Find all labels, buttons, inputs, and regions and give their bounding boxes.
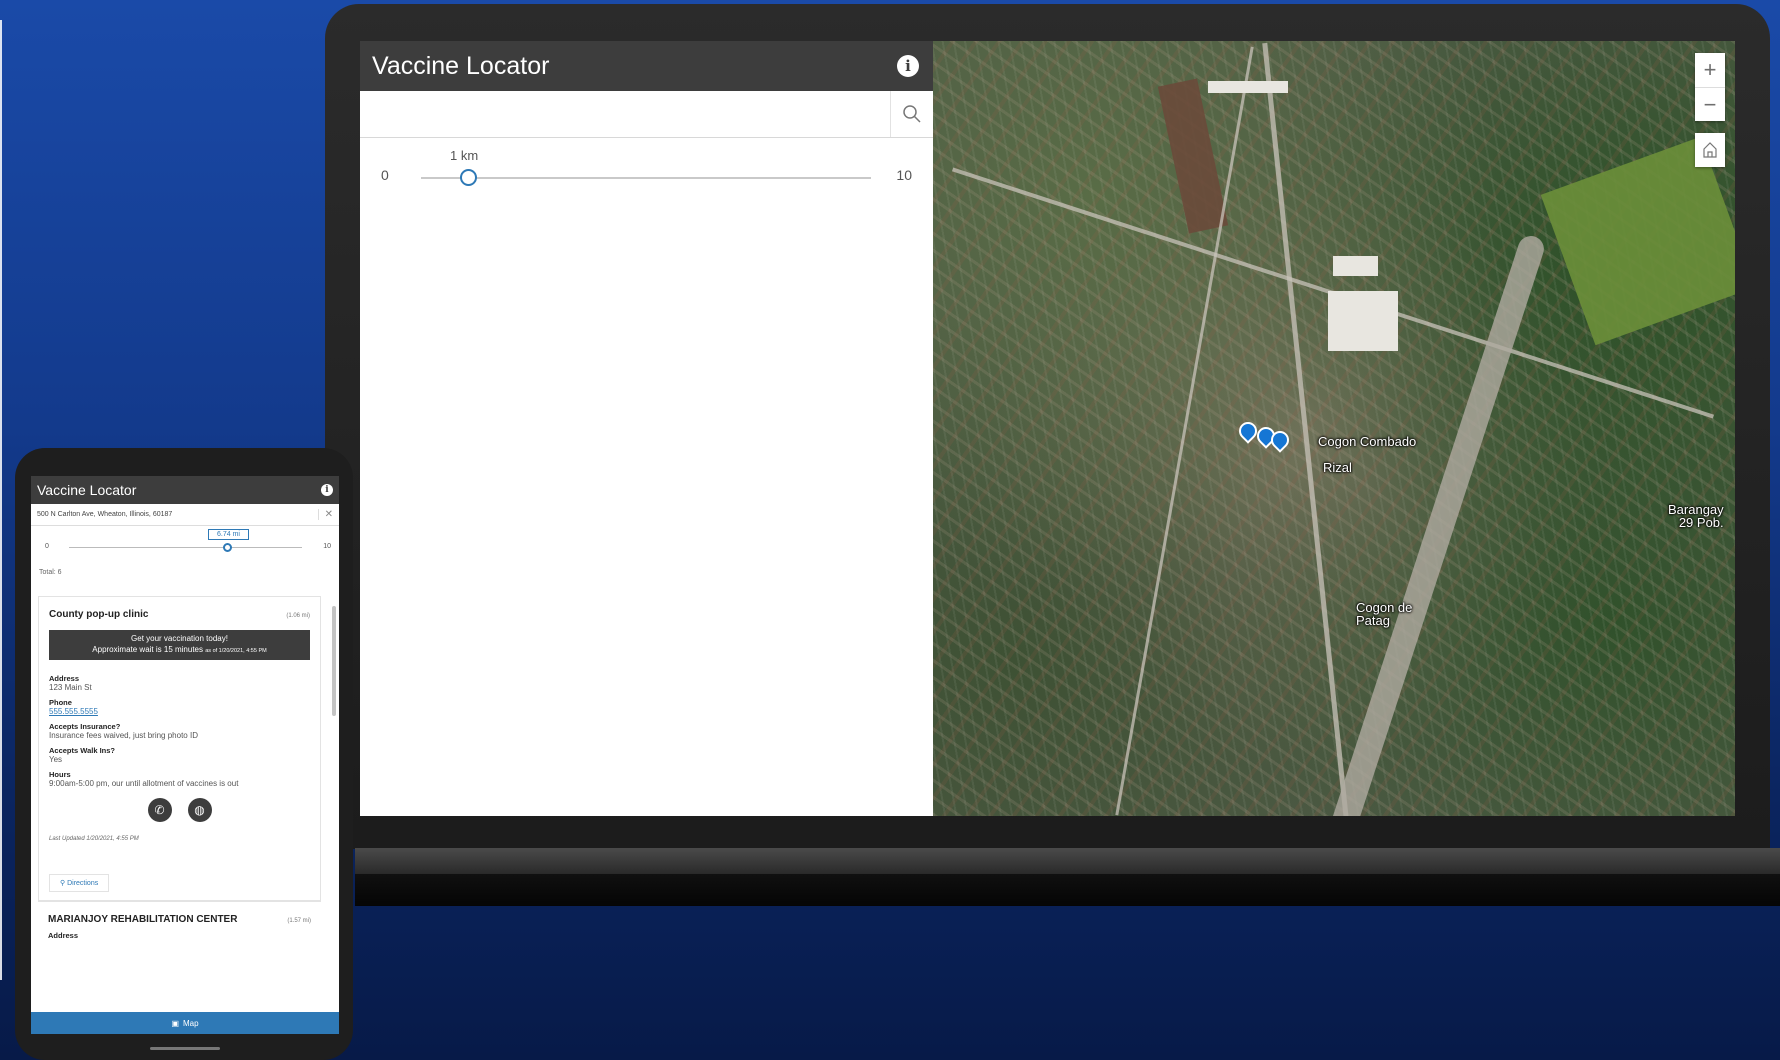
building	[1208, 81, 1288, 93]
location-distance: (1.06 mi)	[286, 613, 310, 619]
list-item[interactable]: County pop-up clinic (1.06 mi) Get your …	[38, 596, 321, 901]
banner-line: Approximate wait is 15 minutes	[92, 645, 203, 654]
zoom-control: + −	[1695, 53, 1725, 121]
zoom-out-button[interactable]: −	[1695, 87, 1725, 121]
location-name: County pop-up clinic	[49, 609, 149, 620]
results-total: Total: 6	[39, 569, 62, 576]
address-label: Address	[49, 674, 80, 683]
walkins-value: Yes	[49, 755, 63, 764]
globe-icon[interactable]: ◍	[187, 798, 212, 822]
announcement-banner: Get your vaccination today! Approximate …	[49, 630, 310, 660]
map-icon: ▣	[171, 1018, 179, 1028]
home-button[interactable]	[1695, 133, 1725, 167]
search-bar	[360, 91, 933, 138]
mobile-search-value: 500 N Carlton Ave, Wheaton, Illinois, 60…	[37, 511, 173, 518]
mobile-app-header: Vaccine Locator i	[31, 476, 339, 504]
slider-min-label: 0	[381, 167, 389, 183]
map-toggle-button[interactable]: ▣ Map	[31, 1012, 339, 1034]
slider-track[interactable]	[421, 177, 871, 179]
info-icon[interactable]: i	[321, 484, 333, 496]
large-building	[1328, 291, 1398, 351]
satellite-map[interactable]: Cogon Combado Rizal Barangay 29 Pob. Cog…	[933, 41, 1735, 816]
address-value: 123 Main St	[49, 683, 92, 692]
banner-timestamp: as of 1/20/2021, 4:55 PM	[205, 648, 267, 654]
map-label-cogon-de-patag: Cogon de Patag	[1356, 600, 1413, 628]
insurance-value: Insurance fees waived, just bring photo …	[49, 731, 198, 740]
mobile-device: Vaccine Locator i 500 N Carlton Ave, Whe…	[15, 448, 353, 1060]
mobile-app-title: Vaccine Locator	[37, 482, 137, 498]
list-item[interactable]: MARIANJOY REHABILITATION CENTER (1.57 mi…	[38, 901, 321, 948]
phone-icon[interactable]: ✆	[147, 798, 172, 822]
hours-value: 9:00am-5:00 pm, our until allotment of v…	[49, 779, 239, 788]
left-divider-line	[0, 20, 2, 980]
home-indicator	[150, 1047, 220, 1050]
mobile-screen: Vaccine Locator i 500 N Carlton Ave, Whe…	[31, 476, 339, 1034]
slider-max-label: 10	[896, 167, 912, 183]
scrollbar[interactable]	[332, 606, 336, 716]
location-distance: (1.57 mi)	[287, 918, 311, 924]
slider-track[interactable]	[69, 547, 302, 548]
map-label-cogon-combado: Cogon Combado	[1318, 434, 1417, 449]
slider-value-label: 6.74 mi	[208, 529, 249, 540]
home-icon	[1703, 142, 1717, 158]
app-header: Vaccine Locator i	[360, 41, 933, 91]
directions-label: Directions	[67, 880, 99, 887]
hours-label: Hours	[49, 770, 71, 779]
banner-line: Get your vaccination today!	[131, 634, 228, 643]
contact-actions: ✆ ◍	[49, 798, 310, 822]
app-title: Vaccine Locator	[372, 51, 550, 80]
locator-panel: Vaccine Locator i 1 km 0 10	[360, 41, 933, 816]
info-icon[interactable]: i	[897, 55, 919, 77]
zoom-in-button[interactable]: +	[1695, 53, 1725, 87]
close-icon[interactable]: ✕	[317, 509, 333, 520]
results-list: County pop-up clinic (1.06 mi) Get your …	[38, 596, 321, 1016]
laptop-hinge	[355, 848, 1780, 874]
map-label-barangay: Barangay 29 Pob.	[1668, 502, 1724, 530]
mobile-search-bar[interactable]: 500 N Carlton Ave, Wheaton, Illinois, 60…	[31, 504, 339, 526]
search-input[interactable]	[360, 91, 890, 137]
location-name: MARIANJOY REHABILITATION CENTER	[48, 914, 238, 925]
building	[1333, 256, 1378, 276]
laptop-base	[355, 874, 1780, 906]
search-icon	[903, 105, 921, 123]
last-updated: Last Updated 1/20/2021, 4:55 PM	[49, 836, 139, 842]
map-label-rizal: Rizal	[1323, 460, 1352, 475]
walkins-label: Accepts Walk Ins?	[49, 746, 115, 755]
slider-min-label: 0	[45, 543, 49, 550]
phone-link[interactable]: 555.555.5555	[49, 707, 310, 716]
directions-button[interactable]: ⚲ Directions	[49, 874, 110, 892]
slider-value-label: 1 km	[450, 148, 479, 163]
insurance-label: Accepts Insurance?	[49, 722, 121, 731]
slider-thumb[interactable]	[460, 169, 477, 186]
slider-max-label: 10	[323, 543, 331, 550]
search-button[interactable]	[890, 91, 933, 137]
mobile-distance-slider: 0 6.74 mi 10	[31, 526, 339, 564]
phone-label: Phone	[49, 698, 72, 707]
address-label: Address	[48, 931, 79, 940]
laptop-screen: Vaccine Locator i 1 km 0 10 Cogon Combad…	[360, 41, 1735, 816]
location-pin-icon: ⚲	[60, 880, 66, 887]
map-toggle-label: Map	[183, 1018, 199, 1028]
distance-slider: 1 km 0 10	[360, 138, 933, 228]
slider-thumb[interactable]	[223, 543, 232, 552]
